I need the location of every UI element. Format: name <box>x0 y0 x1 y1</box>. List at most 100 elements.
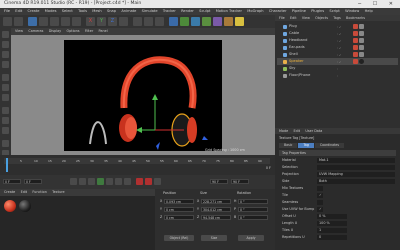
viewport-menu-filter[interactable]: Filter <box>85 28 93 35</box>
render-picture-viewer-icon[interactable] <box>144 17 153 26</box>
menu-character[interactable]: Character <box>269 8 287 15</box>
material-menu-edit[interactable]: Edit <box>21 189 28 196</box>
go-to-end-icon[interactable] <box>124 178 131 185</box>
menu-create[interactable]: Create <box>28 8 40 15</box>
object-row[interactable]: Floor/Phone ⁚ <box>277 72 398 79</box>
material-swatch-black[interactable] <box>19 200 31 212</box>
phong-tag-icon[interactable] <box>359 45 364 50</box>
x-axis-lock-icon[interactable]: X <box>86 17 95 26</box>
menu-render[interactable]: Render <box>181 8 194 15</box>
phong-tag-icon[interactable] <box>359 24 364 29</box>
recent-tools-icon[interactable] <box>72 17 81 26</box>
size-y-field[interactable]: 304.012 cm <box>201 207 231 212</box>
object-menu-objects[interactable]: Objects <box>315 15 328 21</box>
end-frame-field[interactable]: 90 F <box>210 179 228 184</box>
object-row[interactable]: Shell ⁚ ✓ <box>277 51 398 58</box>
object-row[interactable]: Headband ⁚ ✓ <box>277 37 398 44</box>
repetitions-u-field[interactable]: 0 <box>317 234 347 240</box>
visibility-dots[interactable]: ⁚ ✓ <box>337 46 341 50</box>
material-menu-create[interactable]: Create <box>4 189 15 196</box>
position-z-field[interactable]: 0 cm <box>164 215 194 220</box>
menu-plugins[interactable]: Plugins <box>311 8 324 15</box>
texture-tag-icon[interactable] <box>359 59 364 64</box>
coordinate-system-icon[interactable] <box>119 17 128 26</box>
keyframe-selection-icon[interactable] <box>154 178 161 185</box>
tiles-u-field[interactable]: 1 <box>317 227 347 233</box>
snapping-icon[interactable] <box>2 127 9 134</box>
menu-motion-tracker[interactable]: Motion Tracker <box>216 8 242 15</box>
timeline[interactable]: 0 5 10 15 20 25 30 35 40 45 50 55 60 65 … <box>0 155 275 175</box>
size-x-field[interactable]: 228.271 cm <box>201 199 231 204</box>
viewport-menu-view[interactable]: View <box>15 28 23 35</box>
viewport-menu-options[interactable]: Options <box>66 28 79 35</box>
object-menu-tags[interactable]: Tags <box>333 15 341 21</box>
length-u-field[interactable]: 100 % <box>317 220 347 226</box>
menu-window[interactable]: Window <box>345 8 359 15</box>
subtab-basic[interactable]: Basic <box>279 143 298 148</box>
object-row[interactable]: Ear-pads ⁚ ✓ <box>277 44 398 51</box>
undo-icon[interactable] <box>3 17 12 26</box>
viewport-menu-display[interactable]: Display <box>49 28 62 35</box>
previous-key-icon[interactable] <box>79 178 86 185</box>
polygons-mode-icon[interactable] <box>2 94 9 101</box>
texture-mode-icon[interactable] <box>2 51 9 58</box>
locked-workplane-icon[interactable] <box>2 140 9 147</box>
rotation-p-field[interactable]: 0 ° <box>238 207 268 212</box>
visibility-dots[interactable]: ⁚ <box>337 74 338 78</box>
y-axis-lock-icon[interactable]: Y <box>97 17 106 26</box>
enable-axis-icon[interactable] <box>2 107 9 114</box>
visibility-dots[interactable]: ⁚ <box>337 67 338 71</box>
start-frame-field[interactable]: 0 F <box>3 179 21 184</box>
position-y-field[interactable]: 0 cm <box>164 207 194 212</box>
menu-script[interactable]: Script <box>329 8 339 15</box>
material-tag-icon[interactable] <box>353 59 358 64</box>
use-uvw-bump-checkbox[interactable]: ✓ <box>317 206 323 212</box>
menu-animate[interactable]: Animate <box>121 8 136 15</box>
menu-snap[interactable]: Snap <box>107 8 116 15</box>
projection-dropdown[interactable]: UVW Mapping <box>317 171 395 177</box>
max-frame-field[interactable]: 90 F <box>231 179 249 184</box>
play-icon[interactable] <box>97 178 104 185</box>
size-z-field[interactable]: 94.548 cm <box>201 215 231 220</box>
rotation-h-field[interactable]: 0 ° <box>238 199 268 204</box>
material-tag-icon[interactable] <box>353 38 358 43</box>
material-manager[interactable] <box>0 196 155 250</box>
subdivision-icon[interactable] <box>180 17 189 26</box>
side-dropdown[interactable]: Both <box>317 178 395 184</box>
render-region[interactable] <box>64 40 222 151</box>
tile-checkbox[interactable]: ✓ <box>317 192 323 198</box>
material-tag-icon[interactable] <box>353 31 358 36</box>
model-mode-icon[interactable] <box>2 41 9 48</box>
position-x-field[interactable]: 0.093 cm <box>164 199 194 204</box>
visibility-dots[interactable]: ⁚ ✓ <box>337 60 341 64</box>
camera-icon[interactable] <box>224 17 233 26</box>
viewport-menu-panel[interactable]: Panel <box>99 28 108 35</box>
apply-button[interactable]: Apply <box>238 235 264 241</box>
render-settings-icon[interactable] <box>155 17 164 26</box>
subtab-coordinates[interactable]: Coordinates <box>314 143 344 148</box>
autokey-icon[interactable] <box>145 178 152 185</box>
live-selection-icon[interactable] <box>28 17 37 26</box>
tweak-icon[interactable] <box>2 117 9 124</box>
object-row[interactable]: Sky ⁚ <box>277 65 398 72</box>
selection-field[interactable] <box>317 164 395 170</box>
material-field[interactable]: Mat.1 <box>317 157 395 163</box>
rotate-icon[interactable] <box>61 17 70 26</box>
viewport-menu-cameras[interactable]: Cameras <box>28 28 43 35</box>
redo-icon[interactable] <box>14 17 23 26</box>
window-controls[interactable]: ─ ☐ ✕ <box>358 1 398 7</box>
render-view-icon[interactable] <box>133 17 142 26</box>
menu-simulate[interactable]: Simulate <box>142 8 158 15</box>
menu-sculpt[interactable]: Sculpt <box>199 8 210 15</box>
light-icon[interactable] <box>235 17 244 26</box>
seamless-checkbox[interactable] <box>317 199 323 205</box>
scale-icon[interactable] <box>50 17 59 26</box>
points-mode-icon[interactable] <box>2 74 9 81</box>
visibility-dots[interactable]: ⁚ ✓ <box>337 53 341 57</box>
material-menu-function[interactable]: Function <box>32 189 46 196</box>
deformer-icon[interactable] <box>202 17 211 26</box>
rotation-b-field[interactable]: 0 ° <box>238 215 268 220</box>
visibility-dots[interactable]: ⁚ ✓ <box>337 25 341 29</box>
menu-file[interactable]: File <box>4 8 10 15</box>
phong-tag-icon[interactable] <box>359 31 364 36</box>
